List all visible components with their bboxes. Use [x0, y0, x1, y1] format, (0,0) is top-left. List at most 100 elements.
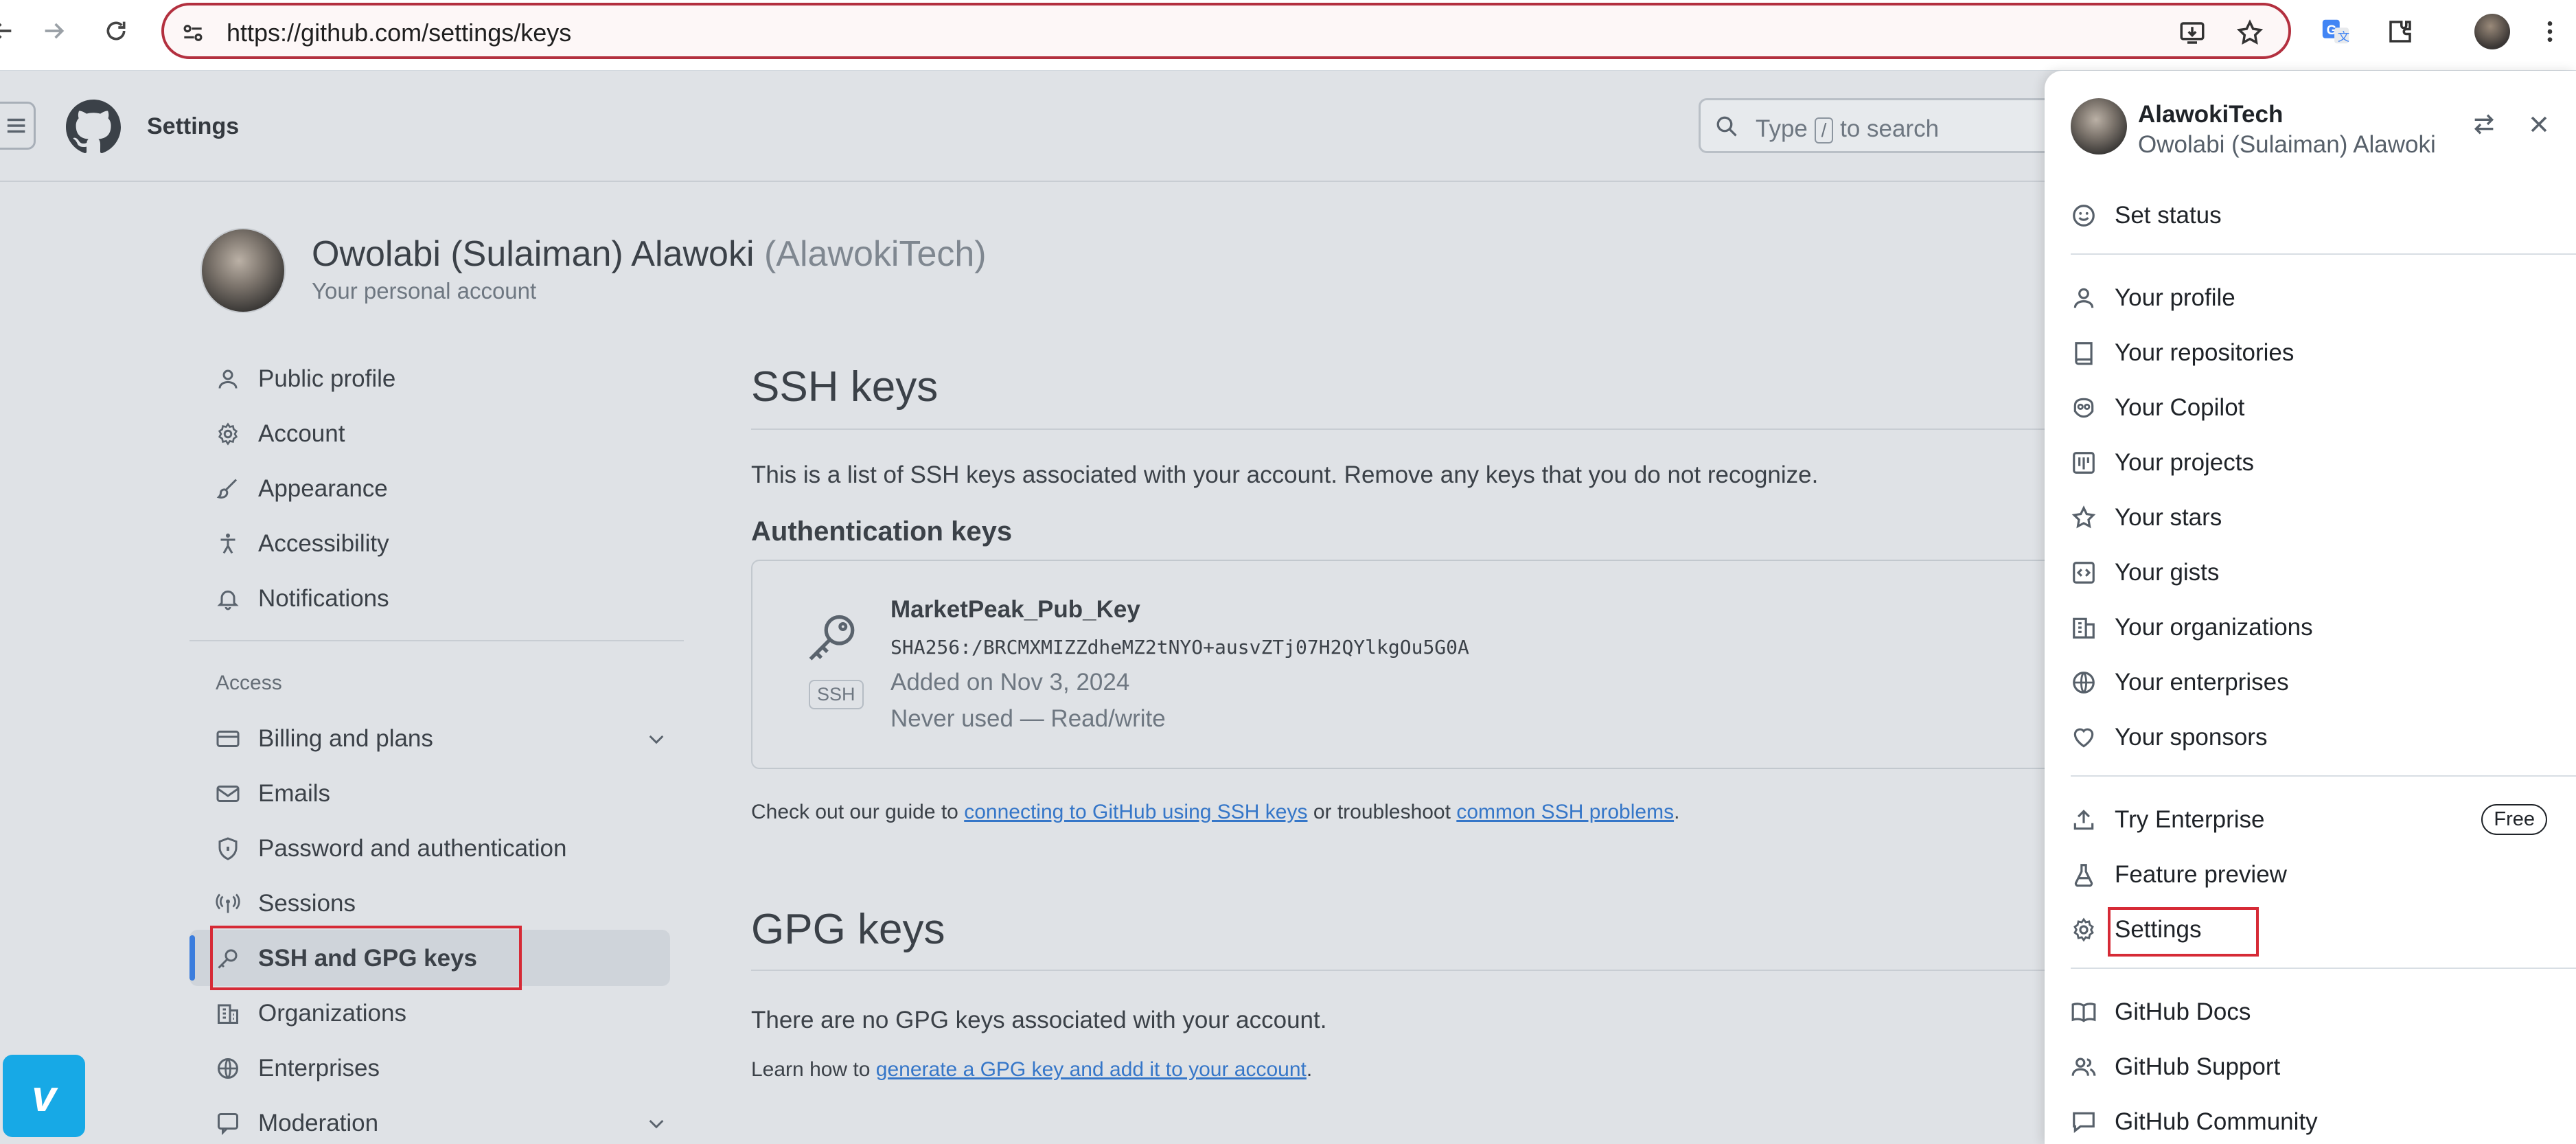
panel-username: AlawokiTech	[2138, 101, 2284, 128]
ssh-guide-text: Check out our guide to connecting to Git…	[751, 801, 1679, 824]
sidebar-active-indicator	[189, 935, 195, 981]
star-icon	[2069, 503, 2098, 532]
menu-item-your-gists[interactable]: Your gists	[2069, 550, 2550, 595]
sidebar-item-accessibility[interactable]: Accessibility	[214, 523, 667, 564]
menu-item-github-docs[interactable]: GitHub Docs	[2069, 989, 2550, 1035]
menu-item-label: Your repositories	[2115, 339, 2295, 366]
sidebar-item-label: Accessibility	[258, 530, 389, 557]
switch-account-icon[interactable]	[2470, 111, 2498, 138]
menu-item-github-community[interactable]: GitHub Community	[2069, 1099, 2550, 1144]
menu-item-try-enterprise[interactable]: Try Enterprise Free	[2069, 797, 2550, 843]
install-app-icon[interactable]	[2177, 18, 2207, 48]
report-icon	[214, 1110, 242, 1137]
person-icon	[214, 365, 242, 393]
sidebar-item-password[interactable]: Password and authentication	[214, 828, 667, 869]
back-icon[interactable]	[0, 15, 18, 47]
paintbrush-icon	[214, 475, 242, 503]
gpg-empty-message: There are no GPG keys associated with yo…	[751, 1007, 1327, 1033]
heading-divider	[751, 970, 2049, 971]
menu-item-github-support[interactable]: GitHub Support	[2069, 1044, 2550, 1090]
shield-lock-icon	[214, 835, 242, 862]
smiley-icon	[2069, 201, 2098, 230]
highlight-box-settings	[2108, 907, 2259, 957]
extensions-icon[interactable]	[2384, 15, 2417, 48]
sidebar-item-public-profile[interactable]: Public profile	[214, 358, 667, 400]
ssh-key-added-date: Added on Nov 3, 2024	[890, 669, 1130, 696]
menu-item-your-organizations[interactable]: Your organizations	[2069, 605, 2550, 650]
menu-item-your-profile[interactable]: Your profile	[2069, 275, 2550, 321]
menu-item-label: Your enterprises	[2115, 669, 2289, 696]
sidebar-item-notifications[interactable]: Notifications	[214, 578, 667, 619]
sidebar-item-label: Notifications	[258, 585, 389, 612]
sidebar-item-label: Enterprises	[258, 1055, 380, 1082]
browser-profile-avatar[interactable]	[2474, 14, 2510, 49]
panel-full-name: Owolabi (Sulaiman) Alawoki	[2138, 131, 2436, 158]
sidebar-item-enterprises[interactable]: Enterprises	[214, 1048, 667, 1089]
close-icon[interactable]	[2525, 111, 2553, 138]
translate-icon[interactable]: G文	[2319, 15, 2352, 48]
menu-item-your-repositories[interactable]: Your repositories	[2069, 330, 2550, 376]
ssh-key-usage: Never used — Read/write	[890, 705, 1166, 732]
profile-handle[interactable]: (AlawokiTech)	[764, 234, 987, 274]
highlight-box-ssh-gpg	[210, 926, 522, 990]
sidebar-item-emails[interactable]: Emails	[214, 773, 667, 814]
ssh-type-badge: SSH	[809, 680, 864, 709]
chevron-down-icon[interactable]	[645, 728, 667, 750]
profile-name[interactable]: Owolabi (Sulaiman) Alawoki (AlawokiTech)	[312, 233, 987, 275]
menu-item-label: Your organizations	[2115, 614, 2313, 641]
menu-item-your-projects[interactable]: Your projects	[2069, 440, 2550, 485]
key-icon	[803, 610, 861, 667]
menu-item-feature-preview[interactable]: Feature preview	[2069, 852, 2550, 897]
browser-menu-icon[interactable]	[2533, 15, 2566, 48]
gear-icon	[2069, 915, 2098, 944]
profile-avatar[interactable]	[200, 228, 286, 313]
search-input[interactable]: Type / to search	[1699, 98, 2056, 153]
comment-icon	[2069, 1108, 2098, 1136]
reload-icon[interactable]	[100, 15, 132, 47]
common-ssh-problems-link[interactable]: common SSH problems	[1456, 801, 1674, 823]
menu-divider	[2071, 775, 2576, 777]
hamburger-menu-icon[interactable]	[0, 102, 36, 150]
guide-middle: or troubleshoot	[1313, 801, 1451, 823]
accessibility-icon	[214, 530, 242, 558]
url-text[interactable]: https://github.com/settings/keys	[227, 19, 571, 47]
page-title[interactable]: Settings	[147, 113, 239, 140]
github-header: Settings Type / to search	[0, 71, 2056, 182]
sidebar-item-organizations[interactable]: Organizations	[214, 993, 667, 1034]
generate-gpg-key-link[interactable]: generate a GPG key and add it to your ac…	[876, 1058, 1307, 1081]
menu-item-label: Your sponsors	[2115, 724, 2268, 751]
globe-icon	[214, 1055, 242, 1082]
sidebar-item-account[interactable]: Account	[214, 413, 667, 455]
menu-item-label: Your Copilot	[2115, 394, 2245, 421]
sidebar-item-label: Billing and plans	[258, 725, 433, 752]
menu-item-your-copilot[interactable]: Your Copilot	[2069, 385, 2550, 431]
address-bar[interactable]: https://github.com/settings/keys	[161, 3, 2291, 59]
repo-icon	[2069, 339, 2098, 367]
github-logo-icon[interactable]	[66, 100, 121, 155]
search-suffix: to search	[1840, 115, 1940, 142]
menu-item-set-status[interactable]: Set status	[2069, 193, 2550, 238]
learn-suffix: .	[1306, 1058, 1313, 1081]
menu-item-your-enterprises[interactable]: Your enterprises	[2069, 660, 2550, 705]
vimeo-icon[interactable]: v	[3, 1055, 85, 1137]
person-icon	[2069, 284, 2098, 312]
chevron-down-icon[interactable]	[645, 1112, 667, 1134]
sidebar-item-sessions[interactable]: Sessions	[214, 883, 667, 924]
user-menu-panel: AlawokiTech Owolabi (Sulaiman) Alawoki S…	[2045, 71, 2576, 1144]
sidebar-item-billing[interactable]: Billing and plans	[214, 718, 667, 759]
bookmark-star-icon[interactable]	[2235, 18, 2265, 48]
menu-item-label: Feature preview	[2115, 861, 2287, 888]
menu-item-your-stars[interactable]: Your stars	[2069, 495, 2550, 540]
sidebar-item-appearance[interactable]: Appearance	[214, 468, 667, 510]
menu-item-your-sponsors[interactable]: Your sponsors	[2069, 715, 2550, 760]
forward-icon[interactable]	[38, 15, 70, 47]
profile-subtitle: Your personal account	[312, 278, 537, 304]
organization-icon	[214, 1000, 242, 1027]
connecting-ssh-guide-link[interactable]: connecting to GitHub using SSH keys	[964, 801, 1307, 823]
site-info-icon[interactable]	[178, 18, 208, 48]
menu-divider	[2071, 968, 2576, 969]
sidebar-item-moderation[interactable]: Moderation	[214, 1103, 667, 1144]
search-icon	[1716, 116, 1737, 137]
menu-item-label: GitHub Community	[2115, 1108, 2318, 1135]
profile-full-name[interactable]: Owolabi (Sulaiman) Alawoki	[312, 234, 755, 274]
